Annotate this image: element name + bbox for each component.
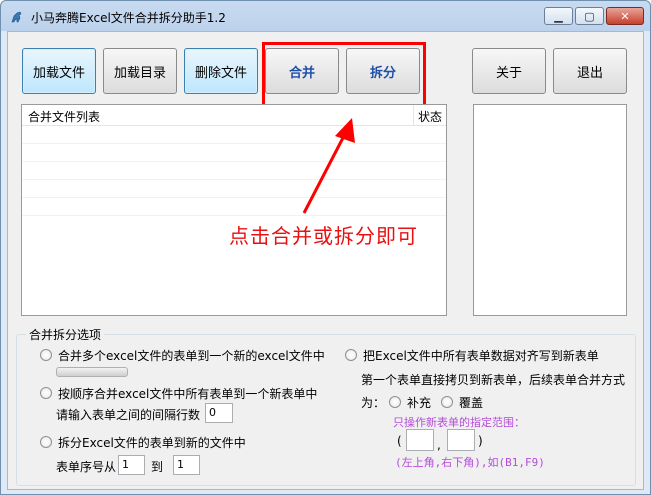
file-list[interactable]: 合并文件列表 状态 [21, 104, 447, 316]
merge-mode-description: 第一个表单直接拷贝到新表单，后续表单合并方式 [361, 373, 626, 387]
load-file-button[interactable]: 加载文件 [22, 48, 96, 94]
column-separator[interactable] [413, 105, 414, 125]
grid-line [22, 143, 446, 144]
radio-mode-overwrite[interactable] [441, 396, 453, 408]
grid-line [22, 161, 446, 162]
mode-supplement-label: 补充 [407, 396, 432, 410]
row-gap-label: 请输入表单之间的间隔行数 [56, 408, 201, 422]
maximize-button[interactable]: ▢ [575, 7, 604, 25]
sheet-from-label: 表单序号从 [56, 460, 117, 474]
window-title: 小马奔腾Excel文件合并拆分助手1.2 [31, 11, 226, 25]
horse-app-icon [11, 11, 22, 23]
maximize-icon: ▢ [584, 9, 595, 23]
load-directory-button[interactable]: 加载目录 [103, 48, 177, 94]
client-area: 加载文件 加载目录 删除文件 合并 拆分 关于 退出 合并文件列表 状态 点击合… [7, 31, 644, 490]
merge-mode-label: 为： [361, 396, 386, 410]
option-align-write-label: 把Excel文件中所有表单数据对齐写到新表单 [363, 349, 599, 363]
column-header-files[interactable]: 合并文件列表 [28, 108, 100, 125]
sheet-to-label: 到 [151, 460, 164, 474]
option-split-sheets-label: 拆分Excel文件的表单到新的文件中 [58, 436, 246, 450]
range-open-paren: ( [397, 434, 402, 448]
radio-mode-supplement[interactable] [389, 396, 401, 408]
minimize-button[interactable]: ▁ [544, 7, 573, 25]
range-example-text: (左上角,右下角),如(B1,F9) [395, 456, 545, 469]
range-comma: , [437, 438, 441, 452]
range-end-input[interactable] [447, 429, 475, 451]
radio-split-sheets[interactable] [40, 436, 52, 448]
close-icon: ✕ [620, 9, 630, 23]
sheet-from-input[interactable]: 1 [118, 455, 145, 475]
grid-line [22, 215, 446, 216]
options-group-title: 合并拆分选项 [26, 326, 105, 343]
about-button[interactable]: 关于 [472, 48, 546, 94]
mode-overwrite-label: 覆盖 [459, 396, 484, 410]
option-merge-to-file-label: 合并多个excel文件的表单到一个新的excel文件中 [58, 349, 325, 363]
range-start-input[interactable] [406, 429, 434, 451]
annotation-text: 点击合并或拆分即可 [229, 224, 418, 248]
app-window: 小马奔腾Excel文件合并拆分助手1.2 ▁ ▢ ✕ 加载文件 加载目录 删除文… [0, 0, 651, 495]
radio-merge-to-sheet[interactable] [40, 387, 52, 399]
close-button[interactable]: ✕ [606, 7, 644, 25]
row-gap-input[interactable]: 0 [205, 403, 233, 423]
radio-align-write[interactable] [345, 349, 357, 361]
range-close-paren: ) [478, 434, 483, 448]
exit-button[interactable]: 退出 [553, 48, 627, 94]
column-header-status[interactable]: 状态 [418, 108, 442, 125]
sheet-to-input[interactable]: 1 [173, 455, 200, 475]
title-bar[interactable]: 小马奔腾Excel文件合并拆分助手1.2 ▁ ▢ ✕ [1, 1, 650, 31]
range-hint-text: 只操作新表单的指定范围： [393, 416, 525, 429]
minimize-icon: ▁ [554, 9, 563, 23]
radio-merge-to-file[interactable] [40, 349, 52, 361]
merge-progress-bar [56, 367, 128, 377]
grid-line [22, 197, 446, 198]
side-panel [473, 104, 627, 316]
delete-file-button[interactable]: 删除文件 [184, 48, 258, 94]
file-list-header: 合并文件列表 状态 [22, 105, 446, 126]
grid-line [22, 179, 446, 180]
option-merge-to-sheet-label: 按顺序合并excel文件中所有表单到一个新表单中 [58, 387, 318, 401]
